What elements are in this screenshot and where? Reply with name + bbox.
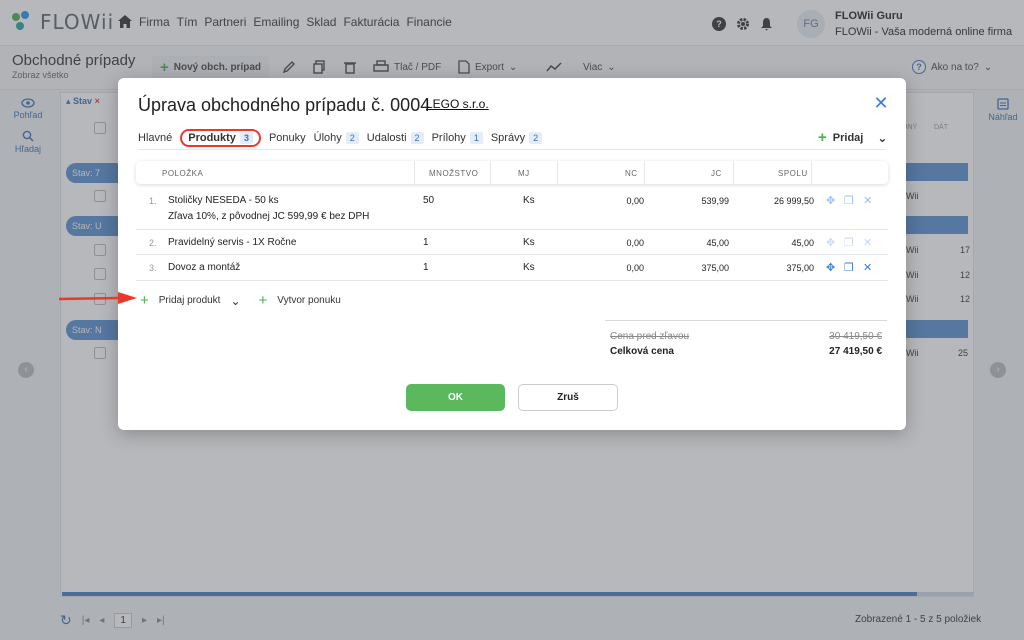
quantity-value[interactable]: 50 bbox=[423, 195, 434, 206]
tab-label: Prílohy bbox=[431, 132, 466, 144]
product-name[interactable]: Dovoz a montáž bbox=[168, 262, 240, 273]
jc-value[interactable]: 375,00 bbox=[701, 263, 729, 273]
create-offer-button[interactable]: + Vytvor ponuku bbox=[259, 293, 341, 308]
modal-tabs: Hlavné Produkty 3 Ponuky Úlohy 2 Udalosti 2… bbox=[138, 127, 543, 149]
tab-badge: 1 bbox=[469, 132, 483, 144]
add-actions: + Pridaj produkt ⌄ + Vytvor ponuku bbox=[140, 293, 341, 308]
chevron-down-icon: ⌄ bbox=[877, 130, 888, 145]
tab-offers[interactable]: Ponuky bbox=[269, 132, 306, 144]
product-note: Zľava 10%, z pôvodnej JC 599,99 € bez DP… bbox=[168, 211, 370, 222]
total-price-value: 27 419,50 € bbox=[829, 346, 882, 357]
delete-icon[interactable]: ✕ bbox=[863, 194, 872, 207]
tab-label: Ponuky bbox=[268, 132, 306, 144]
plus-icon: + bbox=[818, 129, 827, 146]
totals-divider bbox=[605, 320, 887, 321]
tab-badge: 2 bbox=[410, 132, 424, 144]
tab-label: Úlohy bbox=[313, 132, 342, 144]
move-icon[interactable]: ✥ bbox=[826, 194, 835, 207]
cancel-button[interactable]: Zruš bbox=[518, 384, 618, 411]
move-icon[interactable]: ✥ bbox=[826, 236, 835, 249]
column-divider bbox=[811, 161, 812, 184]
column-header-unit[interactable]: MJ bbox=[518, 169, 530, 178]
close-icon[interactable]: ✕ bbox=[873, 94, 889, 112]
total-value: 26 999,50 bbox=[773, 196, 814, 206]
move-icon[interactable]: ✥ bbox=[826, 261, 835, 274]
tab-label: Produkty bbox=[188, 132, 236, 144]
price-before-discount-value: 30 419,50 € bbox=[829, 331, 882, 342]
column-header-jc[interactable]: JC bbox=[711, 169, 722, 178]
row-number: 3. bbox=[149, 263, 157, 273]
unit-value[interactable]: Ks bbox=[523, 262, 535, 273]
tab-badge: 2 bbox=[345, 132, 359, 144]
modal-title: Úprava obchodného prípadu č. 0004 bbox=[138, 95, 431, 115]
tab-label: Udalosti bbox=[366, 132, 407, 144]
column-divider bbox=[644, 161, 645, 184]
table-row[interactable]: 1. Stoličky NESEDA - 50 ks Zľava 10%, z … bbox=[136, 190, 888, 230]
table-row[interactable]: 3. Dovoz a montáž 1 Ks 0,00 375,00 375,0… bbox=[136, 255, 888, 281]
ok-button[interactable]: OK bbox=[406, 384, 505, 411]
column-header-nc[interactable]: NC bbox=[625, 169, 638, 178]
product-name[interactable]: Pravidelný servis - 1X Ročne bbox=[168, 237, 296, 248]
tab-main[interactable]: Hlavné bbox=[138, 132, 172, 144]
tab-tasks[interactable]: Úlohy 2 bbox=[314, 132, 359, 144]
column-header-qty[interactable]: MNOŽSTVO bbox=[429, 169, 478, 178]
tabs-divider bbox=[138, 149, 886, 150]
tab-products[interactable]: Produkty 3 bbox=[180, 129, 261, 147]
tab-messages[interactable]: Správy 2 bbox=[490, 132, 543, 144]
delete-icon[interactable]: ✕ bbox=[863, 261, 872, 274]
edit-case-modal: Úprava obchodného prípadu č. 0004 LEGO s… bbox=[118, 78, 906, 430]
product-name[interactable]: Stoličky NESEDA - 50 ks bbox=[168, 195, 279, 206]
add-dropdown-button[interactable]: + Pridaj ⌄ bbox=[818, 130, 887, 145]
total-value: 375,00 bbox=[786, 263, 814, 273]
copy-icon[interactable]: ❐ bbox=[844, 261, 854, 274]
jc-value[interactable]: 45,00 bbox=[706, 238, 729, 248]
plus-icon: + bbox=[140, 292, 149, 309]
column-header-total[interactable]: SPOLU bbox=[778, 169, 808, 178]
delete-icon[interactable]: ✕ bbox=[863, 236, 872, 249]
nc-value[interactable]: 0,00 bbox=[626, 196, 644, 206]
copy-icon[interactable]: ❐ bbox=[844, 194, 854, 207]
unit-value[interactable]: Ks bbox=[523, 237, 535, 248]
tab-badge: 2 bbox=[529, 132, 543, 144]
column-divider bbox=[557, 161, 558, 184]
tab-label: Správy bbox=[490, 132, 526, 144]
price-before-discount-label: Cena pred zľavou bbox=[610, 331, 690, 342]
column-divider bbox=[414, 161, 415, 184]
quantity-value[interactable]: 1 bbox=[423, 262, 429, 273]
annotation-arrow-icon bbox=[58, 292, 137, 304]
row-number: 1. bbox=[149, 196, 157, 206]
nc-value[interactable]: 0,00 bbox=[626, 238, 644, 248]
chevron-down-icon: ⌄ bbox=[230, 293, 241, 308]
row-number: 2. bbox=[149, 238, 157, 248]
column-divider bbox=[490, 161, 491, 184]
company-link[interactable]: LEGO s.r.o. bbox=[426, 97, 489, 111]
nc-value[interactable]: 0,00 bbox=[626, 263, 644, 273]
tab-badge: 3 bbox=[239, 132, 253, 144]
tab-events[interactable]: Udalosti 2 bbox=[367, 132, 424, 144]
plus-icon: + bbox=[258, 292, 268, 309]
add-product-button[interactable]: + Pridaj produkt ⌄ bbox=[140, 293, 241, 308]
unit-value[interactable]: Ks bbox=[523, 195, 535, 206]
tab-label: Hlavné bbox=[138, 132, 173, 144]
column-header-item[interactable]: POLOŽKA bbox=[162, 169, 203, 178]
tab-attachments[interactable]: Prílohy 1 bbox=[432, 132, 483, 144]
jc-value[interactable]: 539,99 bbox=[701, 196, 729, 206]
quantity-value[interactable]: 1 bbox=[423, 237, 429, 248]
copy-icon[interactable]: ❐ bbox=[844, 236, 854, 249]
create-offer-label: Vytvor ponuku bbox=[277, 295, 341, 306]
total-price-label: Celková cena bbox=[610, 346, 674, 357]
total-value: 45,00 bbox=[791, 238, 814, 248]
column-divider bbox=[733, 161, 734, 184]
add-label: Pridaj bbox=[832, 131, 864, 144]
table-row[interactable]: 2. Pravidelný servis - 1X Ročne 1 Ks 0,0… bbox=[136, 230, 888, 255]
add-product-label: Pridaj produkt bbox=[158, 295, 221, 306]
products-table-header: POLOŽKA MNOŽSTVO MJ NC JC SPOLU bbox=[136, 161, 888, 184]
